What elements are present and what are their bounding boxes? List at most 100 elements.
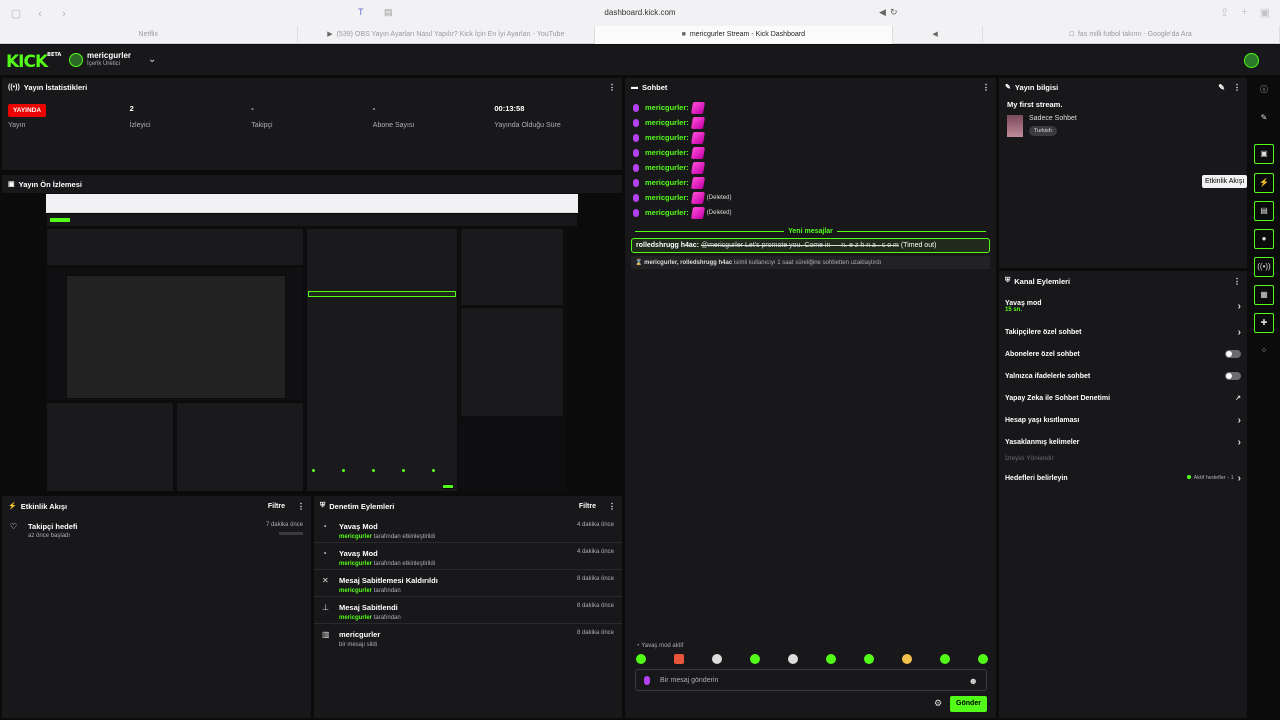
tab-kick-dashboard[interactable]: ■ mericgurler Stream - Kick Dashboard — [595, 26, 893, 44]
preview-browser-bar — [46, 194, 578, 212]
chat-username[interactable]: mericgurler: — [645, 148, 689, 157]
reader-icon[interactable]: ▤ — [384, 7, 393, 18]
active-dot — [1186, 475, 1191, 479]
filter-button[interactable]: Filtre — [579, 503, 596, 510]
emote-button[interactable] — [978, 654, 988, 664]
more-icon[interactable]: ⋮ — [608, 83, 616, 92]
emote-button[interactable] — [674, 654, 684, 664]
chat-username[interactable]: rolledshrugg h4ac: — [636, 242, 699, 249]
address-bar[interactable]: dashboard.kick.com — [540, 4, 740, 22]
panel-title: Sohbet — [642, 82, 668, 92]
user-name[interactable]: mericgurler — [87, 51, 131, 60]
new-messages-divider[interactable]: Yeni mesajlar — [631, 228, 990, 235]
filter-button[interactable]: Filtre — [268, 503, 285, 510]
banned-words-row[interactable]: Yasaklanmış kelimeler › — [999, 431, 1247, 453]
slow-mode-row[interactable]: Yavaş mod 15 sn. › — [999, 291, 1247, 321]
chat-panel: ▬ Sohbet ⋮ mericgurler: mericgurler: meric… — [624, 77, 997, 719]
chevron-right-icon: › — [1237, 472, 1241, 484]
translate-icon[interactable]: T — [358, 7, 364, 17]
tab-youtube[interactable]: ▶ (539) OBS Yayın Ayarları Nasıl Yapılır?… — [298, 26, 596, 44]
timed-out-message: rolledshrugg h4ac: @mericgurler Let's pr… — [631, 238, 990, 253]
edit-icon[interactable]: ✎ — [1218, 83, 1225, 92]
logo-text: KICK — [6, 52, 48, 72]
item-user[interactable]: mericgurler — [339, 588, 372, 594]
chat-message: mericgurler: (Deleted) — [633, 190, 988, 205]
goals-row[interactable]: Hedefleri belirleyin Aktif hedefler - 1 › — [999, 467, 1247, 489]
more-icon[interactable]: ⋮ — [608, 502, 616, 511]
gear-icon[interactable]: ⚙ — [934, 698, 942, 709]
tab-google[interactable]: □ fas milli futbol takımı - Google'da Ara — [983, 26, 1280, 44]
followers-only-row[interactable]: Takipçilere özel sohbet › — [999, 321, 1247, 343]
more-icon[interactable]: ⋮ — [1233, 277, 1241, 286]
connections-icon[interactable]: ⁘ — [1254, 341, 1274, 361]
tab-netflix[interactable]: Netflix — [0, 26, 298, 44]
audio-icon[interactable]: ◀ — [879, 7, 886, 18]
chat-bubble-icon[interactable]: ● — [1254, 229, 1274, 249]
lightning-icon[interactable]: ⚡ — [1254, 173, 1274, 193]
new-tab-icon[interactable]: + — [1241, 6, 1247, 19]
chat-username[interactable]: mericgurler: — [645, 118, 689, 127]
emote-button[interactable] — [750, 654, 760, 664]
emote-button[interactable] — [788, 654, 798, 664]
tab-overview-icon[interactable]: ▣ — [1260, 6, 1270, 19]
profile-avatar[interactable] — [1244, 53, 1259, 68]
emoji-icon[interactable]: ☻ — [969, 670, 978, 692]
more-icon[interactable]: ⋮ — [297, 502, 305, 511]
emote-button[interactable] — [940, 654, 950, 664]
message-text: @mericgurler Let's promote you. Come in … — [700, 242, 899, 249]
tab-audio[interactable]: ◀ — [893, 26, 983, 44]
chat-username[interactable]: mericgurler: — [645, 208, 689, 217]
share-icon[interactable]: ⇪ — [1220, 6, 1229, 19]
emote — [690, 161, 705, 174]
item-user[interactable]: mericgurler — [339, 615, 372, 621]
subscribers-only-toggle[interactable] — [1225, 350, 1241, 358]
kick-logo[interactable]: KICKBETA — [6, 52, 61, 72]
reload-icon[interactable]: ↻ — [890, 7, 898, 18]
chat-username[interactable]: mericgurler: — [645, 178, 689, 187]
emote-button[interactable] — [902, 654, 912, 664]
category-name[interactable]: Sadece Sohbet — [1029, 115, 1077, 122]
item-user[interactable]: mericgurler — [339, 561, 372, 567]
row-label: Hesap yaşı kısıtlaması — [1005, 416, 1080, 424]
chevron-down-icon[interactable]: ⌄ — [148, 54, 156, 65]
item-sub: az önce başladı — [28, 533, 71, 539]
emote-button[interactable] — [636, 654, 646, 664]
item-user[interactable]: mericgurler — [339, 534, 372, 540]
row-label: Yalnızca ifadelerle sohbet — [1005, 372, 1091, 380]
wrench-icon[interactable]: ✚ — [1254, 313, 1274, 333]
chat-username[interactable]: mericgurler: — [645, 163, 689, 172]
broadcast-icon[interactable]: ((•)) — [1254, 257, 1274, 277]
chat-input[interactable]: Bir mesaj gönderin ☻ — [635, 669, 987, 691]
more-icon[interactable]: ⋮ — [982, 83, 990, 92]
preview-activity — [46, 402, 174, 492]
emote-button[interactable] — [712, 654, 722, 664]
chat-messages: mericgurler: mericgurler: mericgurler: m… — [625, 96, 996, 224]
layout-icon[interactable]: ▦ — [1254, 285, 1274, 305]
emote-button[interactable] — [864, 654, 874, 664]
emote-button[interactable] — [826, 654, 836, 664]
stream-preview-video[interactable] — [46, 194, 578, 492]
ai-moderation-row[interactable]: Yapay Zeka ile Sohbet Denetimi ↗ — [999, 387, 1247, 409]
sidebar-toggle-icon[interactable]: ▢ — [8, 6, 24, 22]
back-icon[interactable]: ‹ — [32, 6, 48, 22]
pen-icon[interactable]: ✎ — [1254, 108, 1274, 128]
goals-status: Aktif hedefler - 1 — [1193, 475, 1234, 481]
more-icon[interactable]: ⋮ — [1233, 83, 1241, 92]
stat-value: 2 — [129, 104, 134, 113]
send-button[interactable]: Gönder — [950, 696, 987, 712]
emote — [690, 146, 705, 159]
item-time: 7 dakika önce — [265, 522, 303, 528]
document-icon[interactable]: ▤ — [1254, 201, 1274, 221]
chat-username[interactable]: mericgurler: — [645, 193, 689, 202]
chat-username[interactable]: mericgurler: — [645, 103, 689, 112]
system-message: ⌛ mericgurler, rolledshrugg h4ac isimli … — [631, 256, 990, 269]
info-icon[interactable]: ⓘ — [1254, 80, 1274, 100]
preview-icon[interactable]: ▣ — [1254, 144, 1274, 164]
forward-icon[interactable]: › — [56, 6, 72, 22]
avatar[interactable] — [69, 53, 83, 67]
chat-username[interactable]: mericgurler: — [645, 133, 689, 142]
item-sub: tarafından — [373, 615, 401, 621]
chat-icon: ▬ — [631, 83, 638, 91]
account-age-row[interactable]: Hesap yaşı kısıtlaması › — [999, 409, 1247, 431]
emotes-only-toggle[interactable] — [1225, 372, 1241, 380]
